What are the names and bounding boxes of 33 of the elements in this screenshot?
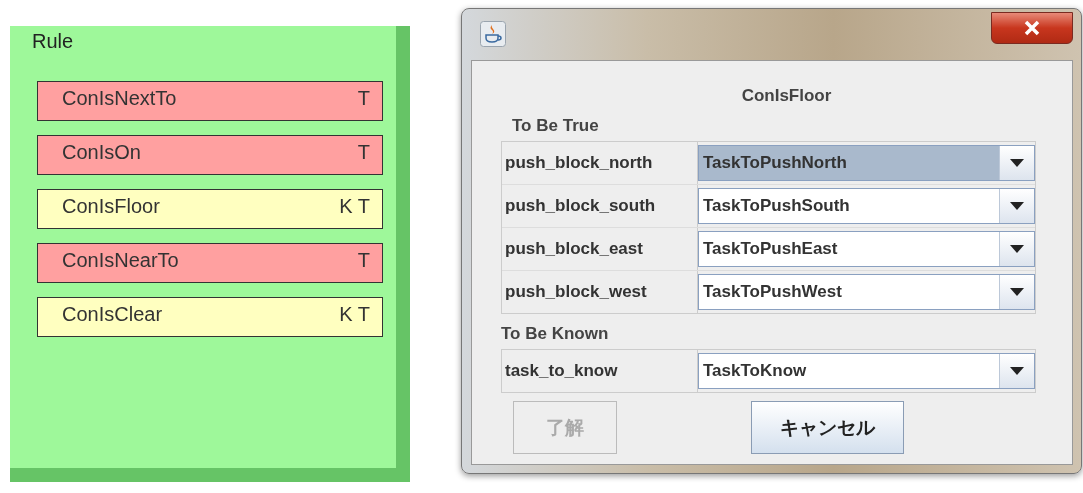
- condition-flags: K T: [339, 194, 370, 219]
- dropdown-arrow-icon: [1009, 201, 1025, 211]
- condition-flags: T: [357, 140, 370, 165]
- condition-flags: T: [357, 86, 370, 111]
- dropdown-arrow-icon: [1009, 158, 1025, 168]
- condition-name: ConIsFloor: [62, 194, 160, 219]
- condition-block[interactable]: ConIsClear K T: [37, 297, 383, 337]
- close-button[interactable]: [991, 12, 1073, 44]
- dropdown-arrow-icon: [1009, 244, 1025, 254]
- condition-name: ConIsNearTo: [62, 248, 179, 273]
- panel-title: Rule: [32, 30, 74, 53]
- condition-flags: K T: [339, 302, 370, 327]
- condition-block[interactable]: ConIsOn T: [37, 135, 383, 175]
- task-dropdown[interactable]: TaskToPushWest: [698, 274, 1035, 310]
- condition-block[interactable]: ConIsNearTo T: [37, 243, 383, 283]
- condition-name: ConIsNextTo: [62, 86, 177, 111]
- task-dropdown[interactable]: TaskToPushNorth: [698, 145, 1035, 181]
- task-dropdown[interactable]: TaskToPushSouth: [698, 188, 1035, 224]
- section-heading: To Be Known: [501, 324, 609, 344]
- condition-block[interactable]: ConIsFloor K T: [37, 189, 383, 229]
- coffee-cup-icon: [480, 21, 506, 47]
- dropdown-arrow-icon: [1009, 366, 1025, 376]
- dialog-heading: ConIsFloor: [741, 86, 832, 106]
- dialog-button[interactable]: キャンセル: [751, 401, 904, 454]
- dropdown-arrow-icon: [1009, 287, 1025, 297]
- condition-flags: T: [357, 248, 370, 273]
- task-dropdown[interactable]: TaskToKnow: [698, 353, 1035, 389]
- condition-name: ConIsOn: [62, 140, 141, 165]
- condition-block[interactable]: ConIsNextTo T: [37, 81, 383, 121]
- task-dropdown[interactable]: TaskToPushEast: [698, 231, 1035, 267]
- condition-name: ConIsClear: [62, 302, 163, 327]
- close-icon: [1023, 20, 1041, 36]
- section-heading: To Be True: [512, 116, 599, 136]
